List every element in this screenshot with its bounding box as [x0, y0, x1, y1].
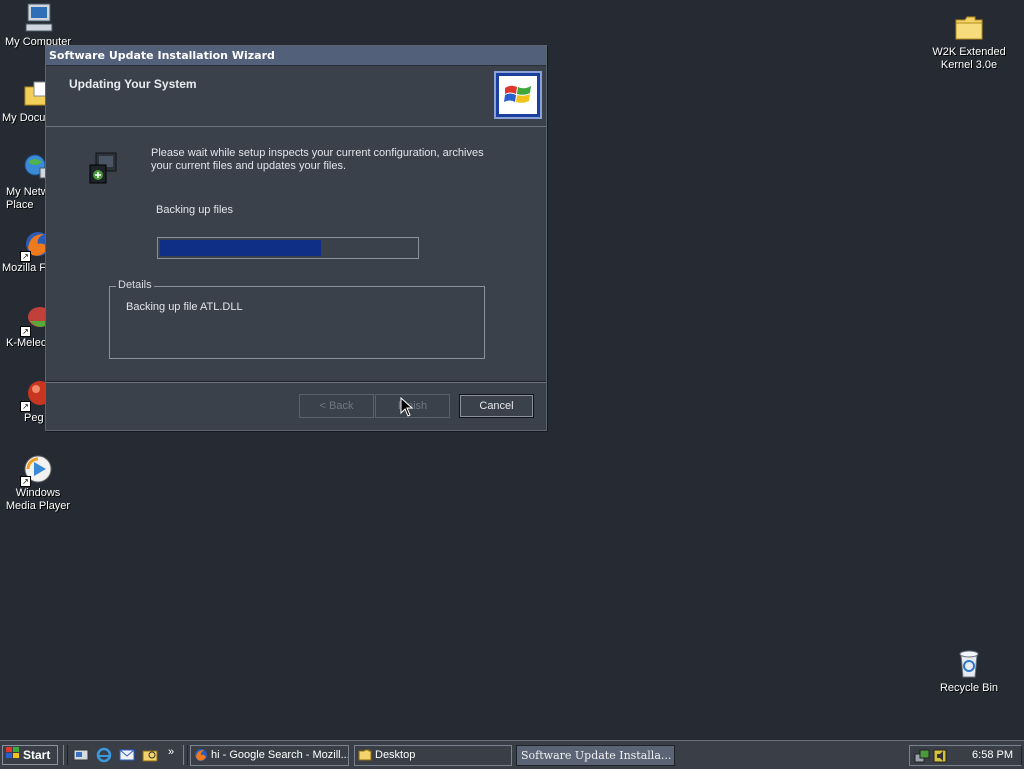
desktop-icon-windows-media-player[interactable]: ↗ Windows Media Player	[0, 453, 76, 513]
task-button-desktop[interactable]: Desktop	[354, 745, 512, 766]
task-button-firefox[interactable]: hi - Google Search - Mozill...	[190, 745, 349, 766]
wizard-header: Updating Your System	[46, 66, 546, 127]
shortcut-arrow-icon: ↗	[20, 401, 31, 412]
desktop-icon-recycle-bin[interactable]: Recycle Bin	[931, 648, 1007, 695]
details-text: Backing up file ATL.DLL	[126, 301, 243, 313]
recycle-bin-icon	[953, 648, 985, 680]
wizard-header-title: Updating Your System	[69, 77, 197, 91]
setup-computer-icon	[86, 151, 122, 187]
volume-tray-icon[interactable]	[932, 748, 948, 767]
dialog-title-bar[interactable]: Software Update Installation Wizard	[46, 46, 546, 66]
desktop-icon-w2k-extended-kernel[interactable]: W2K Extended Kernel 3.0e	[931, 12, 1007, 72]
details-group-label: Details	[116, 279, 154, 291]
folder-icon	[358, 748, 372, 762]
clock[interactable]: 6:58 PM	[972, 749, 1013, 761]
show-desktop-icon[interactable]	[73, 747, 89, 763]
desktop-icon-label: W2K Extended Kernel 3.0e	[932, 46, 1006, 71]
shortcut-arrow-icon: ↗	[20, 476, 31, 487]
cancel-button[interactable]: Cancel	[459, 394, 534, 418]
shortcut-arrow-icon: ↗	[20, 326, 31, 337]
installation-wizard-dialog: Software Update Installation Wizard Upda…	[45, 45, 547, 431]
shortcut-arrow-icon: ↗	[20, 251, 31, 262]
button-separator	[46, 381, 546, 383]
start-button[interactable]: Start	[2, 745, 58, 765]
taskbar: Start » hi - Google Search - Mozill... D…	[0, 740, 1024, 769]
outlook-icon[interactable]	[119, 747, 135, 763]
explorer-icon[interactable]	[142, 747, 158, 763]
windows-flag-icon	[6, 746, 20, 764]
details-group: Details Backing up file ATL.DLL	[109, 279, 485, 359]
task-button-label: Software Update Installa...	[521, 749, 672, 762]
progress-bar-fill	[160, 240, 322, 256]
toolbar-grip[interactable]	[183, 745, 188, 765]
progress-status-text: Backing up files	[156, 204, 234, 216]
windows-logo-icon	[494, 71, 542, 119]
task-button-software-update[interactable]: Software Update Installa...	[516, 745, 675, 766]
toolbar-grip[interactable]	[63, 745, 68, 765]
desktop-icon-label: Windows Media Player	[5, 487, 71, 512]
quick-launch-chevron[interactable]: »	[168, 746, 174, 758]
back-button[interactable]: < Back	[299, 394, 374, 418]
task-button-label: Desktop	[375, 749, 416, 761]
folder-icon	[953, 12, 985, 44]
desktop-icon-label: Recycle Bin	[939, 682, 999, 694]
task-button-label: hi - Google Search - Mozill...	[211, 749, 349, 761]
desktop: My Computer My Docu My Netw Place ↗ Mozi…	[0, 0, 1024, 740]
desktop-icon-my-computer[interactable]: My Computer	[0, 2, 76, 49]
start-button-label: Start	[23, 748, 51, 762]
wizard-description: Please wait while setup inspects your cu…	[151, 147, 484, 172]
ie-icon[interactable]	[96, 747, 112, 763]
computer-icon	[22, 2, 54, 34]
mouse-cursor-icon	[400, 396, 414, 417]
media-player-icon: ↗	[20, 453, 54, 487]
network-tray-icon[interactable]	[914, 748, 930, 767]
firefox-icon	[194, 748, 208, 762]
system-tray: 6:58 PM	[909, 745, 1022, 766]
progress-bar	[157, 237, 419, 259]
